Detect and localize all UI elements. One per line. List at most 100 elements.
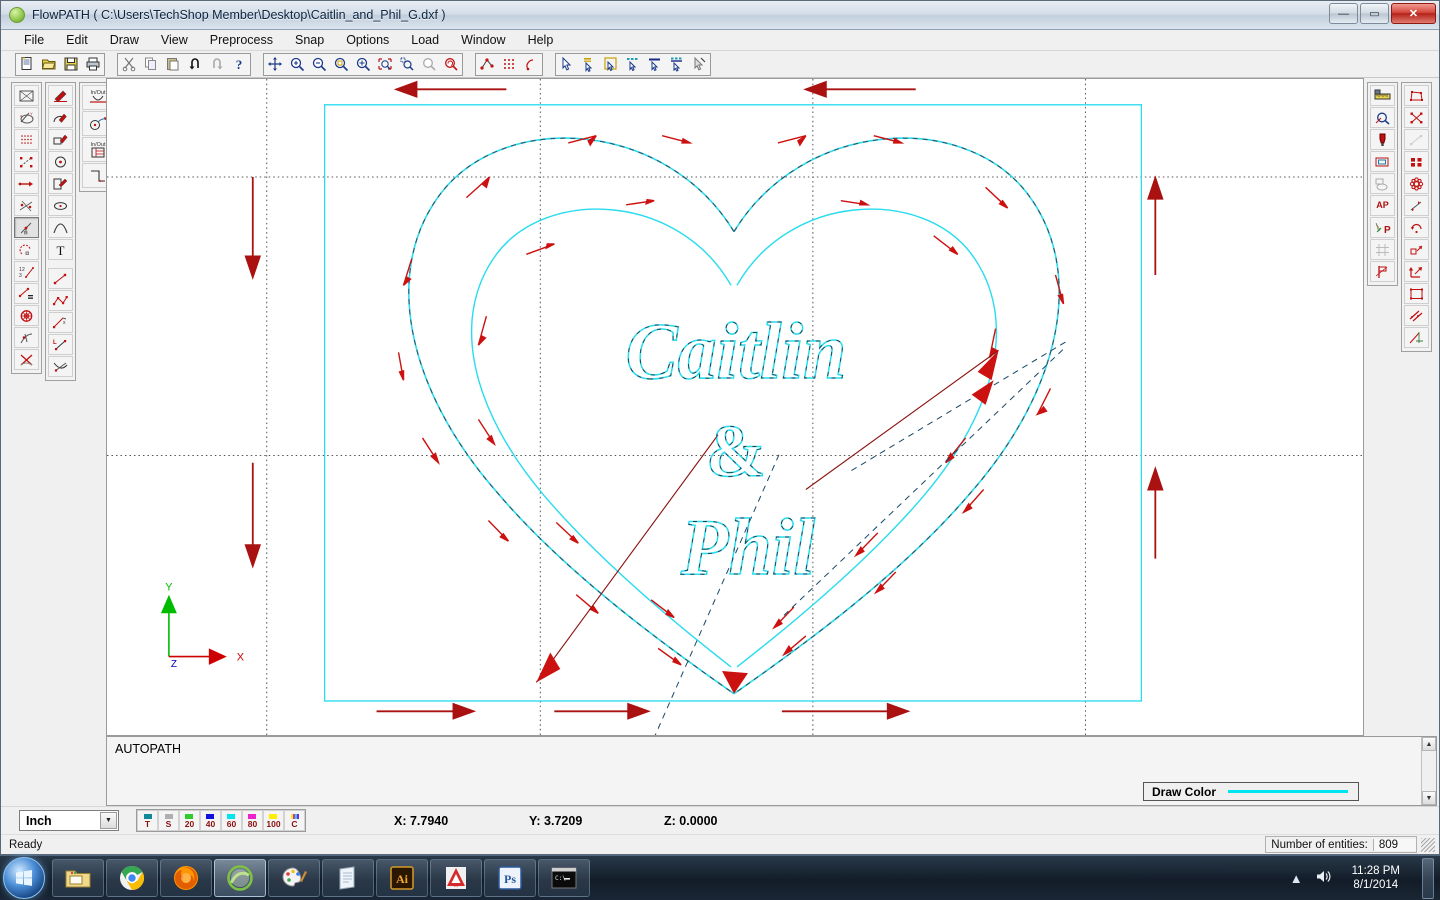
save-disk-icon[interactable] [60,53,82,75]
taskbar-item-firefox[interactable] [160,859,212,897]
menu-item-view[interactable]: View [150,31,199,49]
maximize-button[interactable]: ▭ [1360,3,1389,24]
taskbar-item-flowpath[interactable] [214,859,266,897]
coordinate-system-icon[interactable]: Yx [14,107,39,128]
shape-merge-icon[interactable] [1370,173,1395,194]
taskbar-item-paint[interactable] [268,859,320,897]
pen-polygon-icon[interactable] [48,173,73,194]
zoom-previous-icon[interactable] [396,53,418,75]
menu-item-window[interactable]: Window [450,31,516,49]
show-hidden-icons-icon[interactable]: ▲ [1290,871,1303,886]
fraction-divide-icon[interactable]: 123 [14,261,39,282]
grid-align-icon[interactable] [1370,239,1395,260]
taskbar-item-photoshop[interactable]: Ps [484,859,536,897]
resize-grip[interactable] [1421,837,1435,852]
minimize-button[interactable]: — [1329,3,1358,24]
line-length-icon[interactable]: L [48,334,73,355]
rotate-wheel-icon[interactable] [14,305,39,326]
text-tool-icon[interactable]: T [48,239,73,260]
log-scroll-up[interactable]: ▲ [1422,737,1436,751]
path-snap-icon[interactable] [520,53,542,75]
point-grid-icon[interactable] [14,129,39,150]
ellipse-icon[interactable] [48,195,73,216]
array-grid-icon[interactable] [1404,151,1429,172]
circle-center-icon[interactable] [48,151,73,172]
taskbar-item-explorer[interactable] [52,859,104,897]
layer-button-80[interactable]: 80 [242,810,263,831]
select-line-icon[interactable] [644,53,666,75]
chamfer-angle-icon[interactable] [1404,327,1429,348]
taskbar-item-illustrator[interactable]: Ai [376,859,428,897]
taskbar-item-chrome[interactable] [106,859,158,897]
regen-icon[interactable] [440,53,462,75]
help-question-icon[interactable]: ? [228,53,250,75]
scale-arrow-icon[interactable] [1404,239,1429,260]
close-button[interactable]: ✕ [1391,3,1436,24]
menu-item-snap[interactable]: Snap [284,31,335,49]
tangent-line-icon[interactable] [14,217,39,238]
menu-item-options[interactable]: Options [335,31,400,49]
new-document-icon[interactable] [16,53,38,75]
offset-list-icon[interactable] [14,283,39,304]
select-top-icon[interactable] [578,53,600,75]
layer-button-60[interactable]: 60 [221,810,242,831]
deselect-icon[interactable] [688,53,710,75]
volume-icon[interactable] [1315,869,1332,887]
select-box-icon[interactable] [600,53,622,75]
layer-button-C[interactable]: C [284,810,305,831]
pan-move-icon[interactable] [264,53,286,75]
paste-icon[interactable] [162,53,184,75]
mirror-line-icon[interactable] [1404,195,1429,216]
log-scroll-down[interactable]: ▼ [1422,791,1436,805]
start-orb-icon[interactable] [3,857,45,899]
line-offset-icon[interactable]: x [48,312,73,333]
select-dashed-top-icon[interactable] [622,53,644,75]
drawing-canvas[interactable]: Caitlin & Phil Caitlin & Phil Y X Z [106,78,1364,736]
pierce-flag-icon[interactable] [1370,261,1395,282]
move-arrows-icon[interactable] [1404,261,1429,282]
redraw-icon[interactable] [418,53,440,75]
zoom-all-icon[interactable] [374,53,396,75]
menu-item-edit[interactable]: Edit [55,31,99,49]
vector-direction-icon[interactable] [14,173,39,194]
cut-scissors-icon[interactable] [118,53,140,75]
circular-array-icon[interactable] [1404,173,1429,194]
layer-button-40[interactable]: 40 [200,810,221,831]
delete-cross-icon[interactable] [14,349,39,370]
path-pen-icon[interactable]: P [1370,217,1395,238]
spline-curve-icon[interactable] [48,217,73,238]
layer-button-100[interactable]: 100 [263,810,284,831]
curve-cross-icon[interactable] [48,356,73,377]
chevron-down-icon[interactable]: ▼ [100,812,117,829]
polyline-nodes-icon[interactable] [14,151,39,172]
menu-item-file[interactable]: File [13,31,55,49]
arc-node-icon[interactable] [14,239,39,260]
taskbar-item-cmd[interactable]: C:\ [538,859,590,897]
zoom-window-icon[interactable] [330,53,352,75]
redo-icon[interactable] [206,53,228,75]
menu-item-draw[interactable]: Draw [99,31,150,49]
menu-item-help[interactable]: Help [517,31,565,49]
zoom-extents-icon[interactable] [352,53,374,75]
line-two-point-icon[interactable] [48,268,73,289]
polyline-chain-icon[interactable] [48,290,73,311]
parallel-offset-icon[interactable] [1404,305,1429,326]
show-desktop-button[interactable] [1422,857,1434,899]
units-select[interactable]: Inch ▼ [19,810,119,831]
print-icon[interactable] [82,53,104,75]
polygon-nodes-icon[interactable] [1404,85,1429,106]
autopath-ap-icon[interactable]: AP [1370,195,1395,216]
rotate-path-icon[interactable] [1404,217,1429,238]
layer-button-T[interactable]: T [137,810,158,831]
pen-line-icon[interactable] [48,85,73,106]
layer-button-S[interactable]: S [158,810,179,831]
select-dashed-bar-icon[interactable] [666,53,688,75]
taskbar-item-notepad[interactable] [322,859,374,897]
connect-nodes-icon[interactable] [1404,129,1429,150]
pen-arc-icon[interactable] [48,107,73,128]
layer-button-20[interactable]: 20 [179,810,200,831]
bounding-resize-icon[interactable] [1404,283,1429,304]
draw-color-swatch[interactable] [1228,790,1348,793]
node-snap-icon[interactable] [476,53,498,75]
select-arrow-icon[interactable] [556,53,578,75]
